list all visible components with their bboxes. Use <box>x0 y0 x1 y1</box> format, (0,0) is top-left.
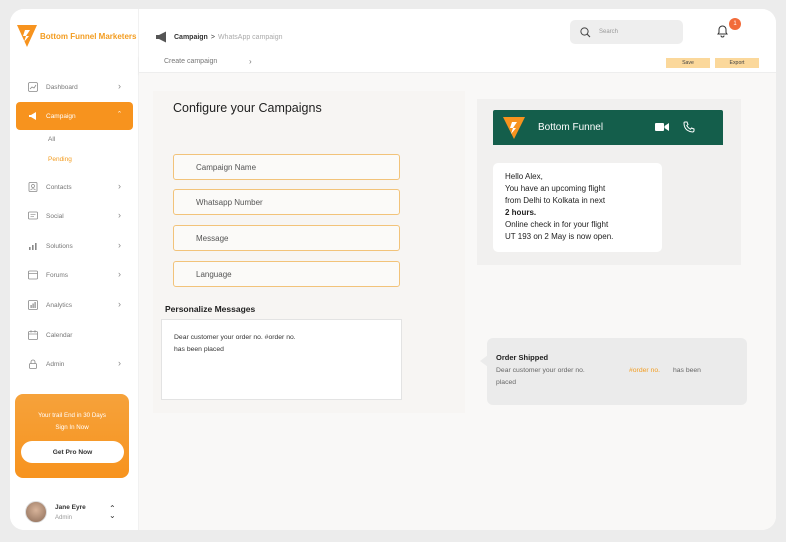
chevron-right-icon: › <box>249 57 252 66</box>
sidebar-item-admin[interactable]: Admin › <box>16 350 133 378</box>
whatsapp-number-field[interactable]: Whatsapp Number <box>173 189 400 215</box>
sidebar-item-dashboard[interactable]: Dashboard › <box>16 73 133 101</box>
breadcrumb-current: WhatsApp campaign <box>217 33 283 41</box>
shipped-text: placed <box>496 379 517 386</box>
message-line: You have an upcoming flight <box>505 184 606 193</box>
app-window: Bottom Funnel Marketers Dashboard › Camp… <box>10 9 776 530</box>
dashboard-icon <box>28 82 38 92</box>
message-line: 2 hours. <box>505 208 537 217</box>
export-button[interactable]: Export <box>715 58 759 68</box>
calendar-icon <box>28 330 38 340</box>
order-shipped-title: Order Shipped <box>496 353 549 362</box>
sidebar-item-solutions[interactable]: Solutions › <box>16 232 133 260</box>
top-bar: Campaign > WhatsApp campaign Search 1 <box>139 9 776 55</box>
solutions-icon <box>28 241 38 251</box>
sidebar-item-label: Dashboard <box>46 83 78 91</box>
message-field[interactable]: Message <box>173 225 400 251</box>
chevron-right-icon: › <box>118 269 121 279</box>
bell-icon[interactable] <box>716 24 729 38</box>
page-title: Configure your Campaigns <box>173 101 322 115</box>
sidebar-item-contacts[interactable]: Contacts › <box>16 173 133 201</box>
search-placeholder: Search <box>599 29 619 35</box>
upgrade-promo-card: Your trail End in 30 Days Sign In Now Ge… <box>15 394 129 478</box>
user-role: Admin <box>55 515 73 521</box>
sidebar-item-label: Analytics <box>46 301 73 309</box>
message-line: Hello Alex, <box>505 172 543 181</box>
brand-logo[interactable]: Bottom Funnel Marketers <box>17 25 136 47</box>
language-field[interactable]: Language <box>173 261 400 287</box>
sidebar-item-social[interactable]: Social › <box>16 202 133 230</box>
sidebar-item-forums[interactable]: Forums › <box>16 261 133 289</box>
chevron-right-icon: › <box>118 240 121 250</box>
analytics-icon <box>28 300 38 310</box>
contacts-icon <box>28 182 38 192</box>
chevron-up-icon: ˆ <box>118 110 121 120</box>
message-bubble: Hello Alex, You have an upcoming flight … <box>493 163 662 252</box>
brand-name: Bottom Funnel Marketers <box>40 31 137 41</box>
brand-logo-icon <box>503 117 525 139</box>
chat-header: Bottom Funnel <box>493 110 723 145</box>
user-profile[interactable]: Jane Eyre Admin ⌃ ⌄ <box>25 501 116 523</box>
avatar <box>25 501 47 523</box>
sidebar-item-label: Contacts <box>46 183 72 191</box>
sidebar-item-campaign[interactable]: Campaign ˆ <box>16 102 133 130</box>
shipped-text: Dear customer your order no. <box>496 367 585 374</box>
breadcrumb-separator: > <box>210 33 215 41</box>
user-name: Jane Eyre <box>55 504 86 511</box>
chevron-right-icon: › <box>118 210 121 220</box>
campaign-name-field[interactable]: Campaign Name <box>173 154 400 180</box>
sidebar-subitem-all[interactable]: All <box>48 136 55 143</box>
social-icon <box>28 211 38 221</box>
megaphone-icon <box>156 31 166 43</box>
breadcrumb-section[interactable]: Campaign <box>174 34 208 41</box>
action-bar: Create campaign › Save Export <box>139 55 776 73</box>
breadcrumb: Campaign > WhatsApp campaign <box>155 31 283 43</box>
personalize-messages-label: Personalize Messages <box>165 304 256 314</box>
chevron-right-icon: › <box>118 299 121 309</box>
phone-call-icon[interactable] <box>683 121 695 133</box>
main-content: Configure your Campaigns Campaign Name W… <box>139 73 776 530</box>
sidebar-item-label: Calendar <box>46 331 73 339</box>
personalize-line: Dear customer your order no. #order no. <box>174 334 296 341</box>
sidebar-subitem-pending[interactable]: Pending <box>48 156 72 163</box>
create-campaign-link[interactable]: Create campaign <box>164 58 217 65</box>
promo-trial-text: Your trail End in 30 Days <box>38 412 106 419</box>
save-button[interactable]: Save <box>666 58 710 68</box>
lock-icon <box>28 359 38 369</box>
chevron-right-icon: › <box>118 81 121 91</box>
megaphone-icon <box>28 111 38 121</box>
campaign-config-panel: Configure your Campaigns Campaign Name W… <box>153 91 465 413</box>
get-pro-button[interactable]: Get Pro Now <box>21 441 124 463</box>
chevron-right-icon: › <box>118 358 121 368</box>
order-variable-tag: #order no. <box>629 367 660 374</box>
sidebar-item-analytics[interactable]: Analytics › <box>16 291 133 319</box>
chat-contact-name: Bottom Funnel <box>538 122 604 133</box>
sidebar-item-label: Admin <box>46 360 65 368</box>
sidebar-item-label: Social <box>46 212 64 220</box>
sidebar-item-calendar[interactable]: Calendar <box>16 321 133 349</box>
chevron-right-icon: › <box>118 181 121 191</box>
personalize-line: has been placed <box>174 346 224 353</box>
sidebar-item-label: Campaign <box>46 112 76 120</box>
message-line: UT 193 on 2 May is now open. <box>505 232 614 241</box>
sidebar: Bottom Funnel Marketers Dashboard › Camp… <box>10 9 139 530</box>
promo-sign-in-text[interactable]: Sign In Now <box>15 422 129 434</box>
shipped-text: has been <box>673 367 701 374</box>
notification-badge: 1 <box>729 18 741 30</box>
forums-icon <box>28 270 38 280</box>
brand-logo-icon <box>17 25 37 47</box>
message-line: from Delhi to Kolkata in next <box>505 196 606 205</box>
order-shipped-bubble: Order Shipped Dear customer your order n… <box>487 338 747 405</box>
sidebar-item-label: Solutions <box>46 242 73 250</box>
message-line: Online check in for your flight <box>505 220 609 229</box>
video-call-icon[interactable] <box>655 122 669 132</box>
personalize-message-textarea[interactable]: Dear customer your order no. #order no. … <box>161 319 402 400</box>
search-icon <box>580 26 591 37</box>
sidebar-item-label: Forums <box>46 271 69 279</box>
search-input[interactable]: Search <box>570 20 683 44</box>
expand-toggle-icon[interactable]: ⌃ ⌄ <box>109 505 116 520</box>
